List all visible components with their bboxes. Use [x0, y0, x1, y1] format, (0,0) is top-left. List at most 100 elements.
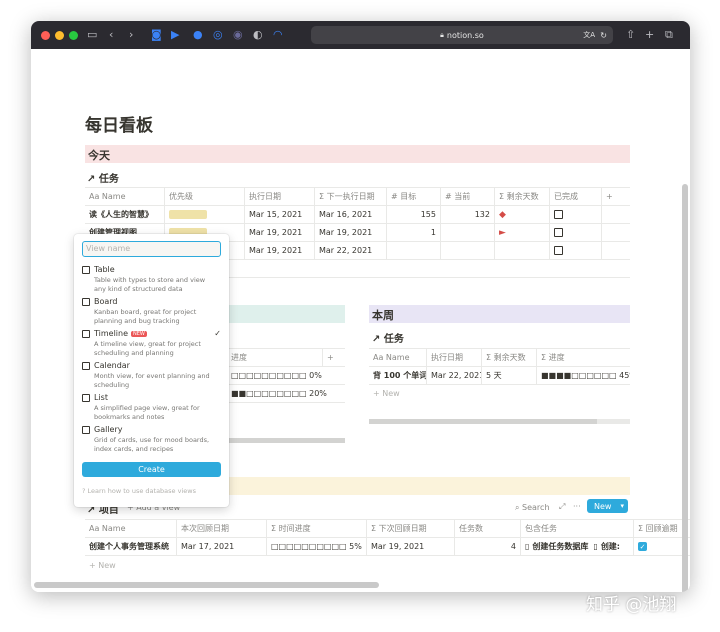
view-option-calendar[interactable]: Calendar Month view, for event planning …	[82, 361, 221, 391]
task-date[interactable]: Mar 15, 2021	[245, 206, 315, 223]
add-row-button[interactable]: + New	[85, 557, 120, 574]
column-header-next-date[interactable]: Σ 下一执行日期	[315, 188, 387, 205]
horizontal-scrollbar-thumb[interactable]	[369, 419, 597, 424]
task-date[interactable]: Mar 22, 2021	[427, 367, 482, 384]
tabs-overview-icon[interactable]: ⧉	[665, 28, 673, 42]
column-header-name[interactable]: Aa Name	[85, 520, 177, 537]
this-week-heading: 本周	[369, 305, 630, 323]
today-db-title[interactable]: ↗ 任务	[87, 170, 119, 185]
task-goal[interactable]: 155	[387, 206, 441, 223]
table-row[interactable]: 背 100 个单词 Mar 22, 2021 5 天 ■■■■□□□□□□ 45…	[369, 367, 630, 385]
project-review-date[interactable]: Mar 17, 2021	[177, 538, 267, 555]
projects-table: Aa Name 本次回顾日期 Σ 时间进度 Σ 下次回顾日期 任务数 包含任务 …	[85, 519, 690, 556]
more-options-button[interactable]: ···	[573, 502, 581, 511]
extension-icon-1[interactable]: ▶	[171, 28, 179, 41]
zoom-window-button[interactable]	[69, 31, 78, 40]
column-header-tasks[interactable]: 包含任务	[521, 520, 634, 537]
back-icon[interactable]: ‹	[109, 28, 113, 41]
task-current[interactable]: 132	[441, 206, 495, 223]
share-icon[interactable]: ⇧	[626, 28, 635, 41]
view-option-board[interactable]: Board Kanban board, great for project pl…	[82, 297, 221, 327]
done-cell[interactable]	[550, 206, 602, 223]
this-week-db-title[interactable]: ↗ 任务	[372, 330, 404, 345]
task-name[interactable]: 读《人生的智慧》	[85, 206, 165, 223]
translate-icon[interactable]: 文A	[583, 30, 595, 40]
overdue-checkbox[interactable]: ✓	[638, 542, 647, 551]
view-option-table[interactable]: Table Table with types to store and view…	[82, 265, 221, 295]
pocket-icon[interactable]: ◙	[151, 28, 162, 41]
column-header-name[interactable]: Aa Name	[85, 188, 165, 205]
view-option-timeline[interactable]: Timeline NEW ✓ A timeline view, great for…	[82, 329, 221, 359]
expand-icon[interactable]: ⤢	[559, 502, 565, 512]
column-header-next-review[interactable]: Σ 下次回顾日期	[367, 520, 455, 537]
column-header-review-date[interactable]: 本次回顾日期	[177, 520, 267, 537]
done-checkbox[interactable]	[554, 228, 563, 237]
create-button[interactable]: Create	[82, 462, 221, 477]
done-checkbox[interactable]	[554, 246, 563, 255]
task-goal[interactable]: 1	[387, 224, 441, 241]
column-header-current[interactable]: # 当前	[441, 188, 495, 205]
chevron-down-icon[interactable]: ▾	[620, 502, 624, 510]
table-row[interactable]: ■■□□□□□□□□ 20%	[227, 385, 345, 403]
vertical-scrollbar[interactable]	[682, 184, 688, 592]
task-date[interactable]: Mar 19, 2021	[245, 224, 315, 241]
close-window-button[interactable]	[41, 31, 50, 40]
view-option-list[interactable]: List A simplified page view, great for b…	[82, 393, 221, 423]
view-option-gallery[interactable]: Gallery Grid of cards, use for mood boar…	[82, 425, 221, 455]
new-button[interactable]: New ▾	[587, 499, 628, 513]
column-header-progress[interactable]: Σ 进度	[537, 349, 630, 366]
extension-icon-3[interactable]: ◎	[213, 28, 223, 41]
done-cell[interactable]	[550, 224, 602, 241]
task-next-date: Mar 22, 2021	[315, 242, 387, 259]
view-option-desc: Kanban board, great for project planning…	[94, 308, 197, 325]
done-checkbox[interactable]	[554, 210, 563, 219]
extension-icon-2[interactable]: ●	[193, 28, 203, 41]
rss-icon[interactable]: ◠	[273, 28, 283, 41]
forward-icon[interactable]: ›	[129, 28, 133, 41]
column-header-remaining[interactable]: Σ 剩余天数	[482, 349, 537, 366]
list-icon	[82, 394, 90, 402]
column-header-priority[interactable]: 优先级	[165, 188, 245, 205]
view-option-label: List	[94, 393, 108, 402]
add-column-button[interactable]: +	[323, 349, 345, 366]
table-row[interactable]: 读《人生的智慧》 Mar 15, 2021 Mar 16, 2021 155 1…	[85, 206, 630, 224]
search-button[interactable]: ⌕ Search	[515, 503, 550, 513]
task-name[interactable]: 背 100 个单词	[369, 367, 427, 384]
column-header-time-progress[interactable]: Σ 时间进度	[267, 520, 367, 537]
progress-bar-text: □□□□□□□□□□ 0%	[231, 371, 322, 380]
priority-cell[interactable]	[165, 206, 245, 223]
column-header-name[interactable]: Aa Name	[369, 349, 427, 366]
table-row[interactable]: 创建个人事务管理系统 Mar 17, 2021 □□□□□□□□□□ 5% Ma…	[85, 538, 690, 556]
page-horizontal-scrollbar[interactable]	[34, 582, 379, 588]
reload-icon[interactable]: ↻	[600, 31, 607, 40]
extension-icon-4[interactable]: ◉	[233, 28, 243, 41]
help-link[interactable]: ? Learn how to use database views	[82, 487, 196, 495]
address-bar[interactable]: 🔒︎ notion.so 文A ↻	[311, 26, 613, 44]
column-header-date[interactable]: 执行日期	[245, 188, 315, 205]
task-date[interactable]: Mar 19, 2021	[245, 242, 315, 259]
column-header-remaining[interactable]: Σ 剩余天数	[495, 188, 550, 205]
linked-task[interactable]: 创建:	[601, 541, 620, 552]
table-row[interactable]: □□□□□□□□□□ 0%	[227, 367, 345, 385]
view-name-input[interactable]: View name	[82, 241, 221, 257]
new-tab-icon[interactable]: +	[645, 28, 654, 41]
help-icon: ?	[82, 487, 86, 495]
remaining-cell: ◆	[495, 206, 550, 223]
horizontal-scrollbar[interactable]	[227, 438, 345, 443]
column-header-done[interactable]: 已完成	[550, 188, 602, 205]
view-option-desc: Grid of cards, use for mood boards, inde…	[94, 436, 210, 453]
project-tasks[interactable]: ▯ 创建任务数据库 ▯ 创建:	[521, 538, 634, 555]
add-row-button[interactable]: + New	[369, 385, 404, 402]
done-cell[interactable]	[550, 242, 602, 259]
sidebar-icon[interactable]: ▭	[87, 28, 97, 41]
column-header-goal[interactable]: # 目标	[387, 188, 441, 205]
column-header-date[interactable]: 执行日期	[427, 349, 482, 366]
linked-task[interactable]: 创建任务数据库	[532, 541, 588, 552]
column-header-progress[interactable]: 进度	[227, 349, 323, 366]
task-current[interactable]	[441, 224, 495, 241]
shield-icon[interactable]: ◐	[253, 28, 263, 41]
project-name[interactable]: 创建个人事务管理系统	[85, 538, 177, 555]
column-header-task-count[interactable]: 任务数	[455, 520, 521, 537]
minimize-window-button[interactable]	[55, 31, 64, 40]
add-column-button[interactable]: +	[602, 188, 630, 205]
